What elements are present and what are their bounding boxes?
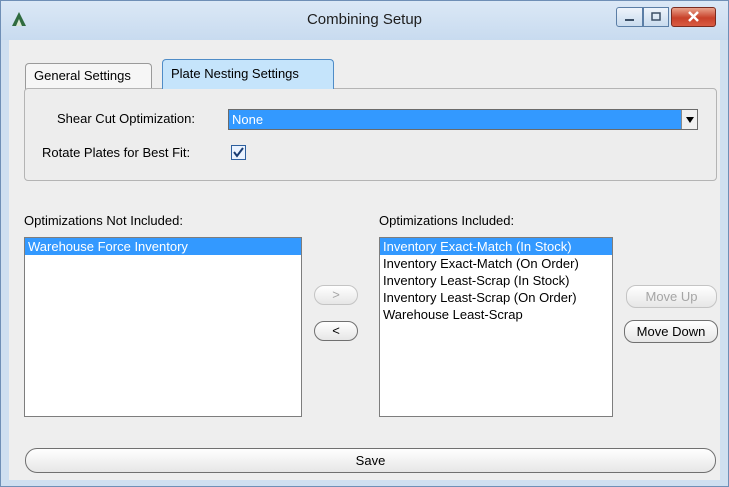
minimize-icon <box>625 19 634 21</box>
not-included-list[interactable]: Warehouse Force Inventory <box>24 237 302 417</box>
title-bar[interactable]: Combining Setup <box>1 1 728 40</box>
shear-cut-label: Shear Cut Optimization: <box>57 111 196 126</box>
not-included-label: Optimizations Not Included: <box>24 213 183 228</box>
tab-plate-nesting-settings[interactable]: Plate Nesting Settings <box>162 59 334 89</box>
remove-optimization-button[interactable]: < <box>314 321 358 341</box>
checkmark-icon <box>233 147 244 158</box>
move-down-button[interactable]: Move Down <box>624 320 718 343</box>
settings-panel <box>24 88 717 181</box>
included-label: Optimizations Included: <box>379 213 515 228</box>
dropdown-arrow-icon[interactable] <box>681 110 697 129</box>
list-item[interactable]: Warehouse Force Inventory <box>25 238 301 255</box>
combining-setup-window: Combining Setup General Settings Plate N… <box>0 0 729 487</box>
dialog-body: General Settings Plate Nesting Settings … <box>9 40 720 480</box>
tab-general-settings[interactable]: General Settings <box>25 63 152 89</box>
minimize-button[interactable] <box>616 7 643 27</box>
included-list[interactable]: Inventory Exact-Match (In Stock) Invento… <box>379 237 613 417</box>
list-item[interactable]: Warehouse Least-Scrap <box>380 306 612 323</box>
move-up-button[interactable]: Move Up <box>626 285 717 308</box>
shear-cut-value: None <box>232 112 264 127</box>
list-item[interactable]: Inventory Least-Scrap (On Order) <box>380 289 612 306</box>
add-optimization-button[interactable]: > <box>314 285 358 305</box>
shear-cut-dropdown[interactable]: None <box>228 109 698 130</box>
maximize-button[interactable] <box>643 7 669 27</box>
list-item[interactable]: Inventory Exact-Match (On Order) <box>380 255 612 272</box>
list-item[interactable]: Inventory Exact-Match (In Stock) <box>380 238 612 255</box>
rotate-plates-checkbox[interactable] <box>231 145 246 160</box>
close-button[interactable] <box>671 7 716 27</box>
save-button[interactable]: Save <box>25 448 716 473</box>
list-item[interactable]: Inventory Least-Scrap (In Stock) <box>380 272 612 289</box>
close-icon <box>688 11 699 22</box>
maximize-icon <box>651 12 661 21</box>
rotate-plates-label: Rotate Plates for Best Fit: <box>42 145 191 160</box>
